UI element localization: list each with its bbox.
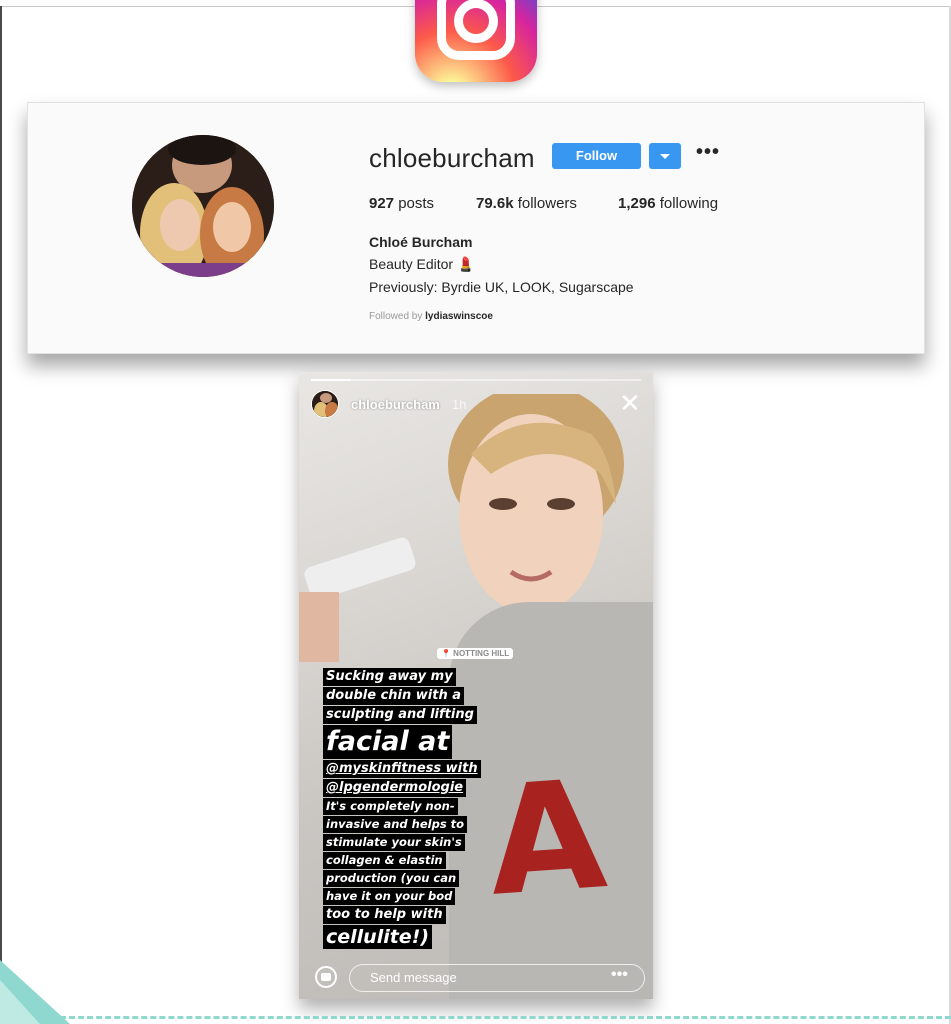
more-options-icon[interactable]: •••: [611, 966, 628, 984]
caption-line: Sucking away my: [323, 668, 456, 686]
caption-line: invasive and helps to: [323, 816, 468, 833]
story-caption: Sucking away my double chin with a sculp…: [323, 668, 481, 950]
caption-line: stimulate your skin's: [323, 834, 465, 851]
followers-count: 79.6k: [476, 195, 514, 212]
profile-bio-line: Beauty Editor 💄: [369, 256, 475, 272]
following-label: following: [659, 195, 719, 212]
profile-bio-line: Previously: Byrdie UK, LOOK, Sugarscape: [369, 279, 634, 295]
followers-label: followers: [517, 195, 577, 212]
caption-line: facial at: [323, 725, 453, 759]
caption-line: cellulite!): [323, 925, 433, 949]
location-sticker[interactable]: 📍 NOTTING HILL: [437, 648, 514, 659]
camera-icon[interactable]: [315, 966, 337, 988]
story-avatar[interactable]: [311, 390, 339, 418]
close-icon[interactable]: ✕: [619, 390, 641, 416]
avatar-photo-icon: [312, 391, 338, 417]
following-count: 1,296: [618, 195, 656, 212]
profile-full-name: Chloé Burcham: [369, 234, 473, 250]
follow-button[interactable]: Follow: [552, 143, 641, 169]
story-progress-bar: [311, 379, 641, 381]
mention-link[interactable]: @myskinfitness with: [323, 760, 481, 778]
profile-header: chloeburcham Follow ••• 927 posts 79.6k …: [27, 102, 925, 354]
caption-line: It's completely non-: [323, 798, 458, 815]
posts-count: 927: [369, 195, 395, 212]
serum-bottle-icon: [299, 537, 416, 662]
followed-by-prefix: Followed by: [369, 311, 423, 322]
profile-avatar[interactable]: [132, 135, 274, 277]
caption-line: have it on your bod: [323, 888, 456, 905]
caption-line: too to help with: [323, 906, 446, 924]
left-border: [0, 6, 2, 1024]
followed-by-user-link[interactable]: lydiaswinscoe: [425, 311, 493, 322]
mention-link[interactable]: @lpgendermologie: [323, 779, 467, 797]
story-username[interactable]: chloeburcham: [351, 397, 440, 412]
following-stat[interactable]: 1,296 following: [618, 195, 718, 212]
avatar-photo-icon: [132, 135, 274, 277]
caption-line: double chin with a: [323, 687, 465, 705]
caption-line: collagen & elastin: [323, 852, 446, 869]
suggestions-dropdown-button[interactable]: [649, 143, 681, 169]
profile-username: chloeburcham: [369, 143, 535, 173]
posts-label: posts: [398, 195, 435, 212]
followers-stat[interactable]: 79.6k followers: [476, 195, 577, 212]
posts-stat: 927 posts: [369, 195, 434, 212]
followed-by: Followed by lydiaswinscoe: [369, 311, 493, 322]
decorative-corner-inner: [0, 980, 40, 1024]
instagram-logo-icon: [415, 0, 537, 82]
send-message-input[interactable]: Send message: [349, 964, 645, 992]
story-viewer: A chloeburcham 1h ✕ 📍 NOTTING HILL Sucki…: [299, 372, 653, 999]
logo-lens: [454, 0, 498, 43]
sweater-letter: A: [483, 748, 612, 930]
decorative-dashed-line: [60, 1016, 951, 1019]
story-reply-bar: Send message •••: [299, 958, 653, 999]
story-timestamp: 1h: [452, 397, 467, 412]
caption-line: production (you can: [323, 870, 460, 887]
caption-line: sculpting and lifting: [323, 706, 477, 724]
more-options-button[interactable]: •••: [696, 141, 720, 164]
